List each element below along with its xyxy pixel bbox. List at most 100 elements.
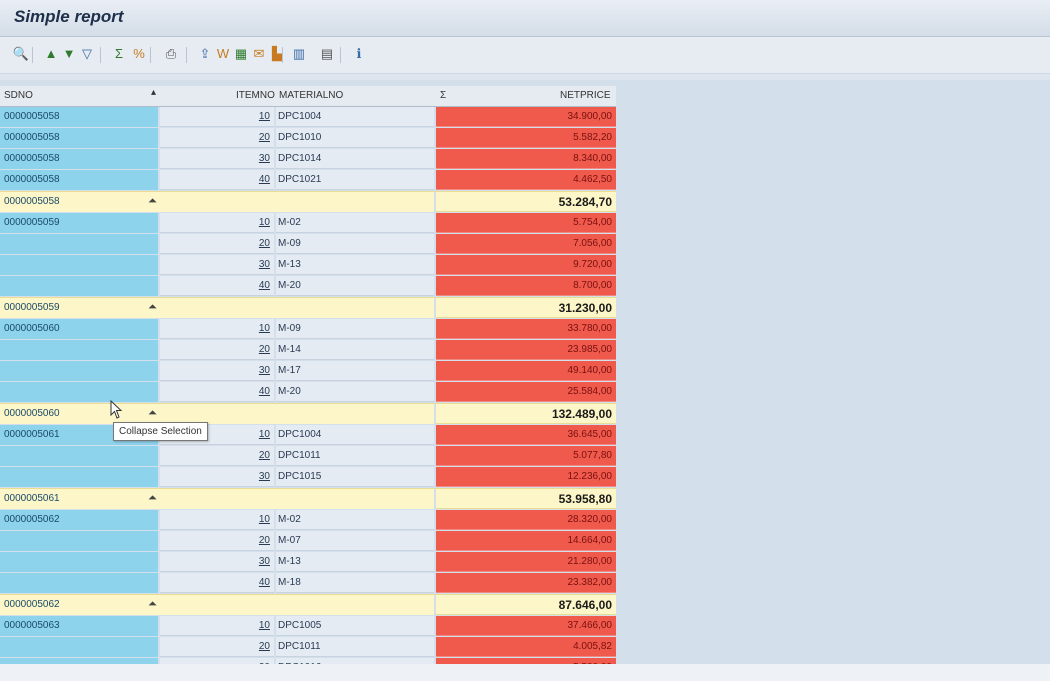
table-row[interactable]: 20 DPC1011 5.077,80 — [0, 446, 616, 467]
collapse-subtotal-icon[interactable]: ⏶ — [148, 407, 160, 419]
table-row[interactable]: 40 M-20 25.584,00 — [0, 382, 616, 403]
cell-sdno[interactable] — [0, 382, 158, 402]
cell-netprice[interactable]: 4.462,50 — [436, 170, 616, 190]
itemno-link[interactable]: 20 — [259, 344, 270, 355]
print-preview-icon[interactable]: ⎙ — [162, 45, 180, 63]
subtotal-row[interactable]: 0000005062⏶•87.646,00 — [0, 594, 616, 616]
subtotal-row[interactable]: 0000005059⏶•31.230,00 — [0, 297, 616, 319]
graphic-icon[interactable]: ▙ — [268, 45, 286, 63]
cell-netprice[interactable]: 37.466,00 — [436, 616, 616, 636]
cell-sdno[interactable] — [0, 573, 158, 593]
cell-materialno[interactable]: M-17 — [276, 361, 434, 381]
collapse-subtotal-icon[interactable]: ⏶ — [148, 195, 160, 207]
cell-materialno[interactable]: DPC1005 — [276, 616, 434, 636]
cell-materialno[interactable]: M-13 — [276, 552, 434, 572]
cell-netprice[interactable]: 5.754,00 — [436, 213, 616, 233]
cell-netprice[interactable]: 9.720,00 — [436, 255, 616, 275]
cell-materialno[interactable]: DPC1014 — [276, 149, 434, 169]
collapse-subtotal-icon[interactable]: ⏶ — [148, 301, 160, 313]
table-row[interactable]: 0000005058 40 DPC1021 4.462,50 — [0, 170, 616, 191]
cell-materialno[interactable]: DPC1011 — [276, 446, 434, 466]
itemno-link[interactable]: 10 — [259, 620, 270, 631]
cell-materialno[interactable]: DPC1010 — [276, 128, 434, 148]
collapse-subtotal-icon[interactable]: ⏶ — [148, 492, 160, 504]
itemno-link[interactable]: 40 — [259, 174, 270, 185]
cell-sdno[interactable] — [0, 446, 158, 466]
cell-netprice[interactable]: 34.900,00 — [436, 107, 616, 127]
table-row[interactable]: 40 M-18 23.382,00 — [0, 573, 616, 594]
table-row[interactable]: 20 M-14 23.985,00 — [0, 340, 616, 361]
subtotal-sdno[interactable]: 0000005061 — [0, 489, 434, 509]
total-icon[interactable]: Σ — [110, 45, 128, 63]
cell-sdno[interactable] — [0, 234, 158, 254]
cell-netprice[interactable]: 23.382,00 — [436, 573, 616, 593]
info-icon[interactable]: ℹ — [350, 45, 368, 63]
cell-sdno[interactable] — [0, 340, 158, 360]
cell-sdno[interactable]: 0000005058 — [0, 149, 158, 169]
itemno-link[interactable]: 10 — [259, 111, 270, 122]
cell-sdno[interactable]: 0000005059 — [0, 213, 158, 233]
cell-netprice[interactable]: 12.236,00 — [436, 467, 616, 487]
sort-descending-icon[interactable]: ▼ — [60, 45, 78, 63]
cell-materialno[interactable]: M-09 — [276, 319, 434, 339]
filter-icon[interactable]: ▽ — [78, 45, 96, 63]
table-row[interactable]: 30 M-13 9.720,00 — [0, 255, 616, 276]
subtotal-sdno[interactable]: 0000005060 — [0, 404, 434, 424]
table-row[interactable]: 20 M-09 7.056,00 — [0, 234, 616, 255]
table-row[interactable]: 0000005060 10 M-09 33.780,00 — [0, 319, 616, 340]
column-header-netprice[interactable]: NETPRICE — [560, 90, 611, 101]
itemno-link[interactable]: 20 — [259, 641, 270, 652]
cell-materialno[interactable]: M-14 — [276, 340, 434, 360]
itemno-link[interactable]: 40 — [259, 577, 270, 588]
details-icon[interactable]: 🔍 — [12, 45, 30, 63]
column-header-itemno[interactable]: ITEMNO — [236, 90, 275, 101]
cell-netprice[interactable]: 21.280,00 — [436, 552, 616, 572]
cell-sdno[interactable] — [0, 531, 158, 551]
subtotal-icon[interactable]: % — [130, 45, 148, 63]
cell-sdno[interactable] — [0, 361, 158, 381]
cell-sdno[interactable] — [0, 255, 158, 275]
cell-materialno[interactable]: DPC1015 — [276, 467, 434, 487]
sort-ascending-icon[interactable]: ▲ — [42, 45, 60, 63]
cell-sdno[interactable] — [0, 467, 158, 487]
cell-netprice[interactable]: 49.140,00 — [436, 361, 616, 381]
cell-netprice[interactable]: 25.584,00 — [436, 382, 616, 402]
table-row[interactable]: 0000005059 10 M-02 5.754,00 — [0, 213, 616, 234]
cell-netprice[interactable]: 33.780,00 — [436, 319, 616, 339]
subtotal-sdno[interactable]: 0000005058 — [0, 192, 434, 212]
word-icon[interactable]: W — [214, 45, 232, 63]
subtotal-netprice[interactable]: 132.489,00 — [436, 404, 616, 424]
table-row[interactable]: 0000005058 30 DPC1014 8.340,00 — [0, 149, 616, 170]
itemno-link[interactable]: 10 — [259, 514, 270, 525]
cell-sdno[interactable]: 0000005063 — [0, 616, 158, 636]
cell-sdno[interactable] — [0, 552, 158, 572]
cell-materialno[interactable]: M-20 — [276, 276, 434, 296]
cell-materialno[interactable]: DPC1021 — [276, 170, 434, 190]
itemno-link[interactable]: 20 — [259, 238, 270, 249]
cell-sdno[interactable]: 0000005058 — [0, 107, 158, 127]
cell-materialno[interactable]: DPC1004 — [276, 107, 434, 127]
subtotal-row[interactable]: 0000005060⏶•132.489,00 — [0, 403, 616, 425]
cell-materialno[interactable]: M-02 — [276, 213, 434, 233]
cell-netprice[interactable]: 36.645,00 — [436, 425, 616, 445]
table-row[interactable]: 30 M-17 49.140,00 — [0, 361, 616, 382]
subtotal-netprice[interactable]: 31.230,00 — [436, 298, 616, 318]
table-row[interactable]: 0000005061 10 DPC1004 36.645,00 — [0, 425, 616, 446]
layout-icon[interactable]: ▥ — [290, 45, 308, 63]
column-header-materialno[interactable]: MATERIALNO — [279, 90, 343, 101]
cell-netprice[interactable]: 5.077,80 — [436, 446, 616, 466]
subtotal-sdno[interactable]: 0000005062 — [0, 595, 434, 615]
subtotal-row[interactable]: 0000005058⏶•53.284,70 — [0, 191, 616, 213]
subtotal-sdno[interactable]: 0000005059 — [0, 298, 434, 318]
cell-materialno[interactable]: M-20 — [276, 382, 434, 402]
table-row[interactable]: 20 M-07 14.664,00 — [0, 531, 616, 552]
itemno-link[interactable]: 30 — [259, 259, 270, 270]
cell-netprice[interactable]: 8.700,00 — [436, 276, 616, 296]
cell-materialno[interactable]: M-18 — [276, 573, 434, 593]
spreadsheet-icon[interactable]: ▦ — [232, 45, 250, 63]
cell-netprice[interactable]: 8.340,00 — [436, 149, 616, 169]
itemno-link[interactable]: 30 — [259, 471, 270, 482]
collapse-subtotal-icon[interactable]: ⏶ — [148, 598, 160, 610]
subtotal-netprice[interactable]: 53.284,70 — [436, 192, 616, 212]
itemno-link[interactable]: 40 — [259, 280, 270, 291]
